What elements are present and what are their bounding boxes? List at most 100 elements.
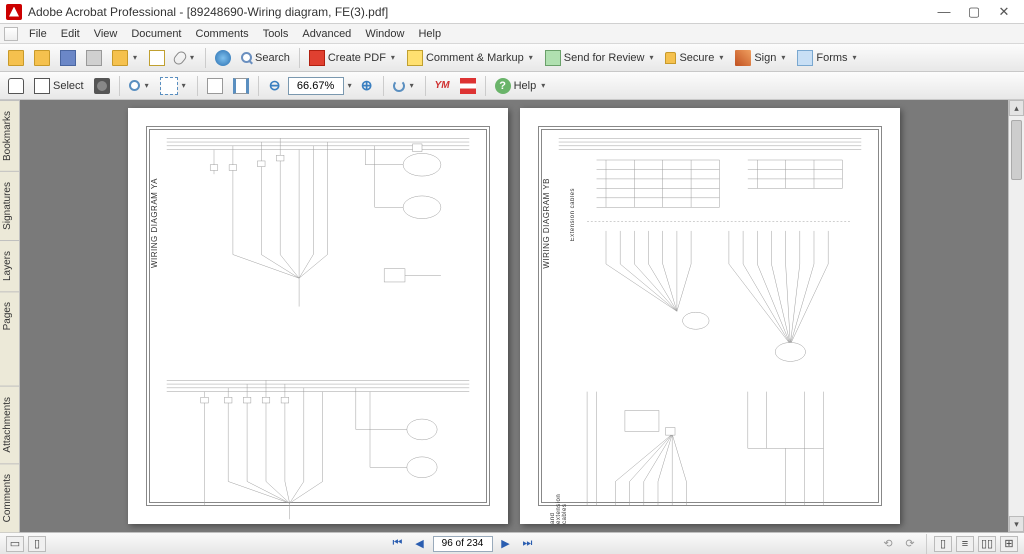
help-button[interactable]: ?Help▾ (491, 75, 552, 97)
document-viewport[interactable]: WIRING DIAGRAM YA (20, 100, 1008, 532)
layout-single-button[interactable]: ▯ (934, 536, 952, 552)
folder-icon (34, 50, 50, 66)
menu-help[interactable]: Help (411, 26, 448, 42)
menu-edit[interactable]: Edit (54, 26, 87, 42)
hand-tool-button[interactable] (4, 75, 28, 97)
marquee-zoom-button[interactable]: ▾ (157, 75, 192, 97)
ym-icon: YM (435, 80, 450, 91)
open-button[interactable] (4, 47, 28, 69)
menu-comments[interactable]: Comments (189, 26, 256, 42)
envelope-icon (149, 50, 165, 66)
tab-comments[interactable]: Comments (0, 463, 19, 532)
organizer-button[interactable]: ▾ (108, 47, 143, 69)
minimize-button[interactable]: — (930, 2, 958, 22)
pdf-page-left: WIRING DIAGRAM YA (128, 108, 508, 524)
chevron-down-icon: ▾ (717, 53, 725, 62)
actual-size-button[interactable] (203, 75, 227, 97)
fit-width-icon (233, 78, 249, 94)
zoom-in-button[interactable]: ⊕ (356, 75, 378, 97)
envelope-arrow-icon (545, 50, 561, 66)
previous-page-button[interactable]: ◀ (411, 536, 429, 552)
go-back-button[interactable]: ⟲ (879, 536, 897, 552)
sign-button[interactable]: Sign▾ (731, 47, 791, 69)
first-page-button[interactable]: ⏮ (389, 536, 407, 552)
close-button[interactable]: ✕ (990, 2, 1018, 22)
maximize-button[interactable]: ▢ (960, 2, 988, 22)
floppy-icon (60, 50, 76, 66)
chevron-down-icon: ▾ (180, 81, 188, 90)
menu-document[interactable]: Document (124, 26, 188, 42)
tab-bookmarks[interactable]: Bookmarks (0, 100, 19, 171)
select-tool-button[interactable]: Select (30, 75, 88, 97)
document-icon (4, 27, 18, 41)
vertical-scrollbar[interactable]: ▴ ▾ (1008, 100, 1024, 532)
zoom-out-button[interactable]: ⊖ (264, 75, 286, 97)
magnifier-icon (129, 80, 140, 91)
hand-icon (8, 78, 24, 94)
minus-icon: ⊖ (269, 77, 281, 94)
menu-file[interactable]: File (22, 26, 54, 42)
page-number-input[interactable] (433, 536, 493, 552)
separator (299, 48, 300, 68)
menu-advanced[interactable]: Advanced (295, 26, 358, 42)
menu-tools[interactable]: Tools (256, 26, 296, 42)
flag-icon (460, 78, 476, 94)
ym-flag-button[interactable] (456, 75, 480, 97)
view-toolbar: Select ▾ ▾ ⊖ ▾ ⊕ ▾ YM ?Help▾ (0, 72, 1024, 100)
menu-window[interactable]: Window (358, 26, 411, 42)
layout-continuous-facing-button[interactable]: ⊞ (1000, 536, 1018, 552)
scroll-down-button[interactable]: ▾ (1009, 516, 1024, 532)
status-bar: ▭ ▯ ⏮ ◀ ▶ ⏭ ⟲ ⟳ ▯ ≡ ▯▯ ⊞ (0, 532, 1024, 554)
ibeam-icon (34, 78, 50, 94)
chevron-down-icon[interactable]: ▾ (346, 81, 354, 90)
workspace: Bookmarks Signatures Layers Pages Attach… (0, 100, 1024, 532)
layout-continuous-button[interactable]: ≡ (956, 536, 974, 552)
layout-facing-button[interactable]: ▯▯ (978, 536, 996, 552)
menu-view[interactable]: View (87, 26, 125, 42)
sign-label: Sign (754, 52, 776, 64)
web-button[interactable] (211, 47, 235, 69)
single-page-view-button[interactable]: ▭ (6, 536, 24, 552)
tab-attachments[interactable]: Attachments (0, 386, 19, 463)
email-button[interactable] (145, 47, 169, 69)
tab-pages[interactable]: Pages (0, 291, 19, 340)
separator (197, 76, 198, 96)
zoom-input[interactable] (288, 77, 344, 95)
ym-button[interactable]: YM (431, 75, 454, 97)
chevron-down-icon: ▾ (188, 53, 196, 62)
printer-icon (86, 50, 102, 66)
attach-button[interactable]: ▾ (171, 47, 200, 69)
secure-button[interactable]: Secure▾ (661, 47, 729, 69)
tab-layers[interactable]: Layers (0, 240, 19, 291)
create-pdf-button[interactable]: Create PDF▾ (305, 47, 401, 69)
wiring-diagram-right (520, 108, 900, 524)
folder-icon (8, 50, 24, 66)
scroll-thumb[interactable] (1011, 120, 1022, 180)
scroll-up-button[interactable]: ▴ (1009, 100, 1024, 116)
chevron-down-icon: ▾ (779, 53, 787, 62)
fit-width-button[interactable] (229, 75, 253, 97)
paperclip-icon (172, 49, 189, 66)
snapshot-tool-button[interactable] (90, 75, 114, 97)
secure-label: Secure (679, 52, 714, 64)
open-web-button[interactable] (30, 47, 54, 69)
next-page-button[interactable]: ▶ (497, 536, 515, 552)
print-button[interactable] (82, 47, 106, 69)
comment-markup-button[interactable]: Comment & Markup▾ (403, 47, 539, 69)
page-icon (207, 78, 223, 94)
continuous-view-button[interactable]: ▯ (28, 536, 46, 552)
tab-signatures[interactable]: Signatures (0, 171, 19, 240)
send-review-label: Send for Review (564, 52, 645, 64)
comment-markup-label: Comment & Markup (426, 52, 524, 64)
forms-button[interactable]: Forms▾ (793, 47, 862, 69)
separator (425, 76, 426, 96)
rotate-button[interactable]: ▾ (389, 75, 420, 97)
save-button[interactable] (56, 47, 80, 69)
document-pane: WIRING DIAGRAM YA (20, 100, 1024, 532)
go-forward-button[interactable]: ⟳ (901, 536, 919, 552)
separator (485, 76, 486, 96)
zoom-in-tool-button[interactable]: ▾ (125, 75, 155, 97)
send-review-button[interactable]: Send for Review▾ (541, 47, 660, 69)
search-button[interactable]: Search (237, 47, 294, 69)
last-page-button[interactable]: ⏭ (519, 536, 537, 552)
